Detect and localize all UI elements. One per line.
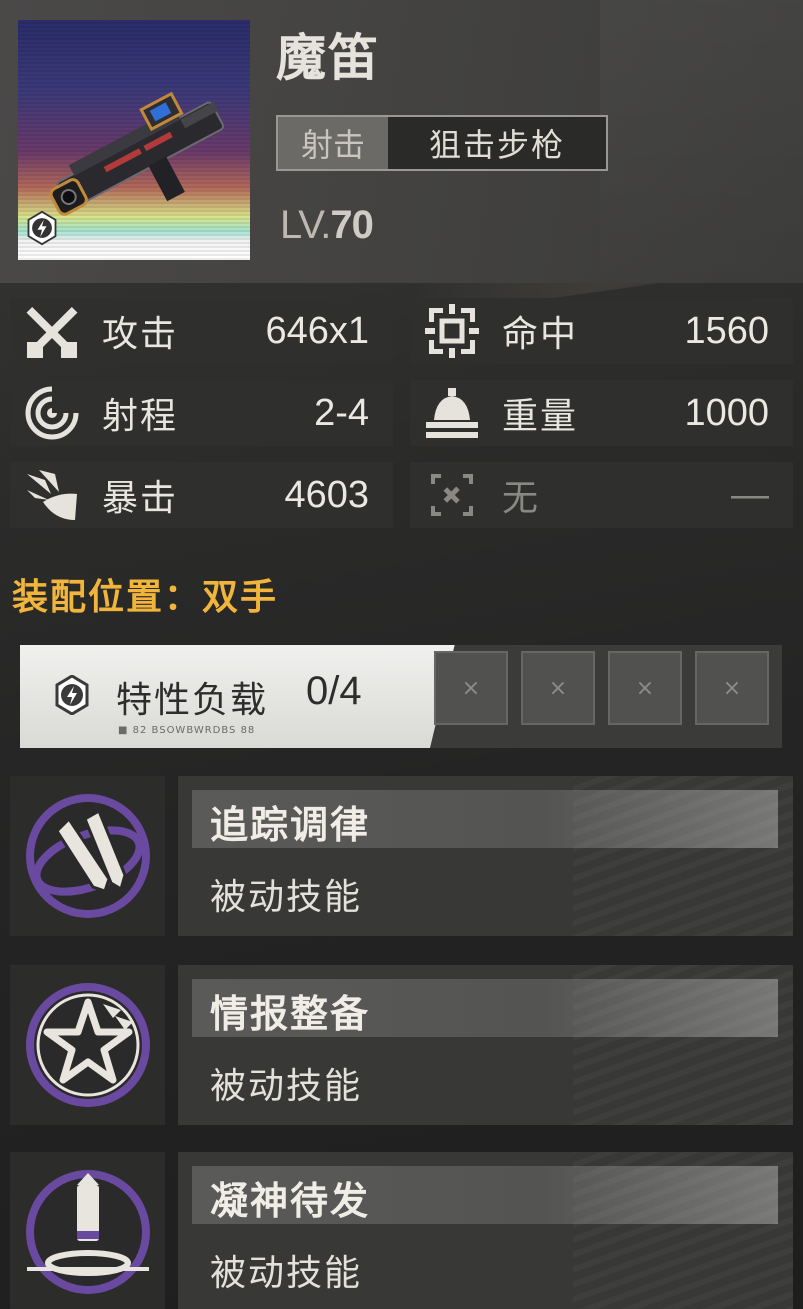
- empty-reticle-icon: [410, 462, 494, 528]
- skill-type: 被动技能: [210, 1066, 363, 1107]
- skill-panel: 情报整备 被动技能: [178, 965, 793, 1125]
- weapon-thumbnail[interactable]: [18, 20, 250, 260]
- stat-label: 暴击: [102, 478, 179, 519]
- weapon-type-box: 射击 狙击步枪: [276, 115, 608, 171]
- skill-title: 追踪调律: [210, 803, 371, 847]
- skill-type: 被动技能: [210, 877, 363, 918]
- stat-value: —: [731, 473, 769, 516]
- skill-card[interactable]: 凝神待发 被动技能: [10, 1152, 793, 1309]
- header-sheen: [600, 0, 803, 290]
- stat-attack: 攻击 646x1: [10, 298, 393, 364]
- level-prefix: LV.: [280, 203, 331, 247]
- weapon-header: 魔笛 射击 狙击步枪 LV.70: [0, 0, 803, 290]
- skill-card[interactable]: 追踪调律 被动技能: [10, 776, 793, 936]
- trait-slot[interactable]: ×: [521, 651, 595, 725]
- weight-bell-icon: [410, 380, 494, 446]
- trait-slot[interactable]: ×: [695, 651, 769, 725]
- stat-accuracy: 命中 1560: [410, 298, 793, 364]
- stat-value: 2-4: [314, 391, 369, 434]
- range-radar-icon: [10, 380, 94, 446]
- empty-slot-icon: ×: [461, 675, 481, 701]
- trait-slot[interactable]: ×: [434, 651, 508, 725]
- empty-slot-icon: ×: [548, 675, 568, 701]
- bullets-orbit-icon: [25, 794, 150, 918]
- skill-emblem: [10, 965, 165, 1125]
- trait-count: 0/4: [306, 669, 362, 713]
- lightning-badge-icon: [27, 210, 57, 246]
- stat-value: 1000: [684, 391, 769, 434]
- weapon-name: 魔笛: [276, 29, 380, 87]
- weapon-subtype: 狙击步枪: [388, 117, 606, 169]
- lightning-gear-icon: [55, 675, 89, 715]
- skill-emblem: [10, 1152, 165, 1309]
- stat-value: 4603: [284, 473, 369, 516]
- empty-slot-icon: ×: [635, 675, 655, 701]
- trait-slot[interactable]: ×: [608, 651, 682, 725]
- stat-critical: 暴击 4603: [10, 462, 393, 528]
- weapon-level: LV.70: [280, 203, 374, 248]
- stat-value: 646x1: [265, 309, 369, 352]
- sniper-rifle-icon: [49, 91, 225, 216]
- skill-type: 被动技能: [210, 1253, 363, 1294]
- weapon-category: 射击: [278, 117, 388, 169]
- stat-range: 射程 2-4: [10, 380, 393, 446]
- bullet-launch-icon: [25, 1170, 150, 1294]
- target-reticle-icon: [410, 298, 494, 364]
- empty-slot-icon: ×: [722, 675, 742, 701]
- level-value: 70: [330, 203, 373, 247]
- stat-label: 无: [502, 478, 541, 519]
- skill-card[interactable]: 情报整备 被动技能: [10, 965, 793, 1125]
- crossed-swords-icon: [10, 298, 94, 364]
- skill-title: 凝神待发: [210, 1179, 371, 1223]
- trait-load-bar: 特性负载 0/4 ■ 82 BSOWBWRDBS 88 × × × ×: [20, 645, 782, 748]
- critical-burst-icon: [10, 462, 94, 528]
- trait-label: 特性负载: [116, 680, 269, 721]
- star-chevron-icon: [25, 983, 150, 1107]
- stat-empty: 无 —: [410, 462, 793, 528]
- stat-label: 攻击: [102, 314, 179, 355]
- skill-panel: 凝神待发 被动技能: [178, 1152, 793, 1309]
- stat-label: 重量: [502, 396, 579, 437]
- stat-value: 1560: [684, 309, 769, 352]
- stat-label: 命中: [502, 314, 579, 355]
- skill-title: 情报整备: [210, 992, 371, 1036]
- skill-panel: 追踪调律 被动技能: [178, 776, 793, 936]
- skill-emblem: [10, 776, 165, 936]
- trait-subtext: ■ 82 BSOWBWRDBS 88: [118, 725, 256, 736]
- stat-weight: 重量 1000: [410, 380, 793, 446]
- equip-position: 装配位置：双手: [12, 577, 279, 618]
- stat-label: 射程: [102, 396, 179, 437]
